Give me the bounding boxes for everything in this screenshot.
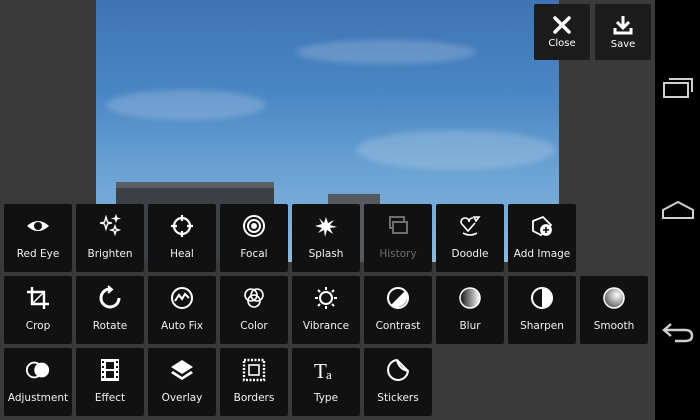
tool-blur[interactable]: Blur	[436, 276, 504, 344]
back-button[interactable]	[655, 312, 700, 352]
crosshair-icon	[169, 213, 195, 239]
tool-add-image[interactable]: Add Image	[508, 204, 576, 272]
cloud	[106, 90, 266, 120]
save-label: Save	[610, 39, 636, 50]
tool-label: Sharpen	[520, 320, 564, 332]
tool-focal[interactable]: Focal	[220, 204, 288, 272]
tool-history[interactable]: History	[364, 204, 432, 272]
tool-label: Add Image	[513, 248, 571, 260]
tool-smooth[interactable]: Smooth	[580, 276, 648, 344]
tool-red-eye[interactable]: Red Eye	[4, 204, 72, 272]
tool-label: Focal	[240, 248, 268, 260]
cloud	[356, 130, 556, 170]
tool-heal[interactable]: Heal	[148, 204, 216, 272]
tool-label: Heal	[170, 248, 194, 260]
tool-doodle[interactable]: Doodle	[436, 204, 504, 272]
tool-label: Red Eye	[16, 248, 60, 260]
tool-splash[interactable]: Splash	[292, 204, 360, 272]
rotate-icon	[97, 285, 123, 311]
building-roof	[116, 182, 274, 188]
close-icon	[553, 16, 571, 34]
layers-icon	[169, 357, 195, 383]
tool-label: Brighten	[87, 248, 133, 260]
tool-label: Overlay	[161, 392, 203, 404]
color-circles-icon	[241, 285, 267, 311]
cloud	[296, 40, 476, 64]
type-icon: T a	[313, 357, 339, 383]
tool-label: Color	[240, 320, 268, 332]
tool-brighten[interactable]: Brighten	[76, 204, 144, 272]
sharpen-icon	[529, 285, 555, 311]
tool-color[interactable]: Color	[220, 276, 288, 344]
recent-apps-icon	[662, 78, 693, 98]
sticker-icon	[385, 357, 411, 383]
tool-adjustment[interactable]: Adjustment	[4, 348, 72, 416]
tool-label: Blur	[459, 320, 481, 332]
tool-stickers[interactable]: Stickers	[364, 348, 432, 416]
recent-apps-button[interactable]	[655, 68, 700, 108]
tool-label: Auto Fix	[160, 320, 204, 332]
sparkles-icon	[97, 213, 123, 239]
system-navbar	[655, 0, 700, 420]
tool-vibrance[interactable]: Vibrance	[292, 276, 360, 344]
film-icon	[97, 357, 123, 383]
eye-icon	[25, 213, 51, 239]
doodle-icon	[457, 213, 483, 239]
home-icon	[661, 200, 694, 219]
tool-label: Contrast	[375, 320, 421, 332]
tool-label: Splash	[308, 248, 344, 260]
close-button[interactable]: Close	[534, 4, 590, 60]
tool-label: Smooth	[593, 320, 635, 332]
save-button[interactable]: Save	[595, 4, 651, 60]
close-label: Close	[548, 38, 576, 49]
tool-label: Crop	[25, 320, 51, 332]
editor-screen: Close Save Red Eye Brighten Heal Focal S…	[0, 0, 655, 420]
target-icon	[241, 213, 267, 239]
tool-label: Type	[313, 392, 339, 404]
add-image-icon	[529, 213, 555, 239]
tool-label: Borders	[233, 392, 275, 404]
tool-sharpen[interactable]: Sharpen	[508, 276, 576, 344]
download-icon	[613, 16, 633, 35]
border-frame-icon	[241, 357, 267, 383]
tool-label: History	[379, 248, 417, 260]
tool-contrast[interactable]: Contrast	[364, 276, 432, 344]
tool-rotate[interactable]: Rotate	[76, 276, 144, 344]
tool-borders[interactable]: Borders	[220, 348, 288, 416]
splash-icon	[313, 213, 339, 239]
smooth-icon	[601, 285, 627, 311]
sun-icon	[313, 285, 339, 311]
tool-label: Doodle	[451, 248, 489, 260]
tool-crop[interactable]: Crop	[4, 276, 72, 344]
tool-overlay[interactable]: Overlay	[148, 348, 216, 416]
crop-icon	[25, 285, 51, 311]
blur-icon	[457, 285, 483, 311]
history-icon	[385, 213, 411, 239]
auto-fix-icon	[169, 285, 195, 311]
tool-auto-fix[interactable]: Auto Fix	[148, 276, 216, 344]
tool-label: Rotate	[92, 320, 128, 332]
home-button[interactable]	[655, 190, 700, 230]
tool-effect[interactable]: Effect	[76, 348, 144, 416]
back-icon	[661, 323, 693, 343]
tool-label: Effect	[94, 392, 126, 404]
tool-label: Stickers	[377, 392, 419, 404]
adjustment-icon	[25, 357, 51, 383]
tool-label: Adjustment	[7, 392, 69, 404]
tool-label: Vibrance	[302, 320, 350, 332]
tool-type[interactable]: T a Type	[292, 348, 360, 416]
svg-text:a: a	[326, 367, 332, 382]
contrast-icon	[385, 285, 411, 311]
